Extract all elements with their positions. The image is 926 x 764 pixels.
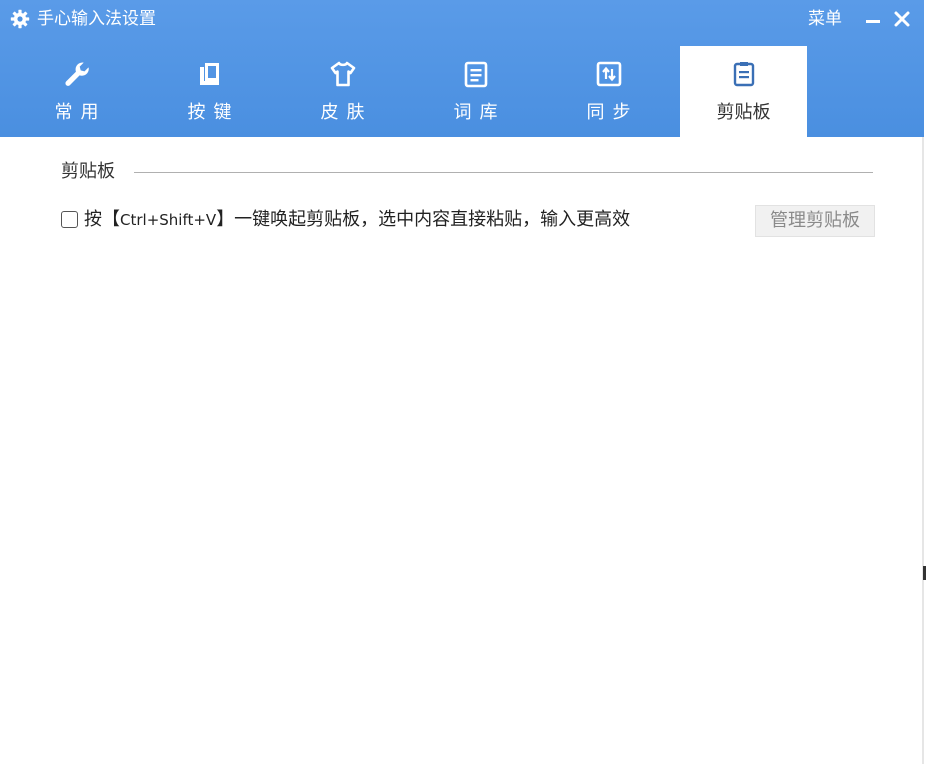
tab-bar: 常用 按键 皮肤 词库 同步 剪贴板 — [0, 46, 924, 137]
manage-clipboard-button[interactable]: 管理剪贴板 — [755, 205, 875, 237]
settings-window: 手心输入法设置 菜单 常用 按键 皮肤 词库 同步 剪贴板 剪贴板 按【Ctrl… — [0, 0, 926, 764]
keyboard-key-icon — [200, 63, 219, 85]
tab-label: 剪贴板 — [716, 102, 771, 123]
section-divider — [134, 172, 873, 173]
option-suffix: 】一键唤起剪贴板，选中内容直接粘贴，输入更高效 — [216, 209, 631, 230]
tab-label: 词库 — [453, 102, 506, 123]
clipboard-hotkey-checkbox[interactable] — [61, 211, 78, 228]
tab-skins[interactable]: 皮肤 — [279, 46, 406, 137]
option-prefix: 按【 — [84, 209, 120, 230]
tshirt-icon — [330, 61, 356, 87]
tab-label: 同步 — [586, 102, 639, 123]
tab-label: 按键 — [187, 102, 240, 123]
clipboard-hotkey-label: 按【Ctrl+Shift+V】一键唤起剪贴板，选中内容直接粘贴，输入更高效 — [84, 208, 630, 232]
tab-label: 常用 — [54, 102, 107, 123]
tab-label: 皮肤 — [320, 102, 373, 123]
hotkey-text: Ctrl+Shift+V — [120, 211, 217, 229]
close-icon[interactable] — [892, 8, 912, 30]
section-title: 剪贴板 — [61, 161, 115, 182]
minimize-button[interactable] — [864, 8, 882, 30]
tab-dictionary[interactable]: 词库 — [412, 46, 539, 137]
window-title: 手心输入法设置 — [37, 9, 156, 29]
sync-icon — [596, 61, 622, 87]
tab-keys[interactable]: 按键 — [146, 46, 273, 137]
tab-sync[interactable]: 同步 — [545, 46, 672, 137]
menu-button[interactable]: 菜单 — [808, 8, 842, 30]
title-bar: 手心输入法设置 菜单 — [0, 0, 924, 40]
header-bar: 手心输入法设置 菜单 常用 按键 皮肤 词库 同步 剪贴板 — [0, 0, 924, 137]
tab-clipboard[interactable]: 剪贴板 — [680, 46, 807, 137]
document-icon — [464, 61, 488, 88]
wrench-icon — [65, 62, 89, 86]
clipboard-icon — [733, 62, 755, 87]
gear-icon — [10, 9, 30, 29]
tab-common[interactable]: 常用 — [13, 46, 140, 137]
